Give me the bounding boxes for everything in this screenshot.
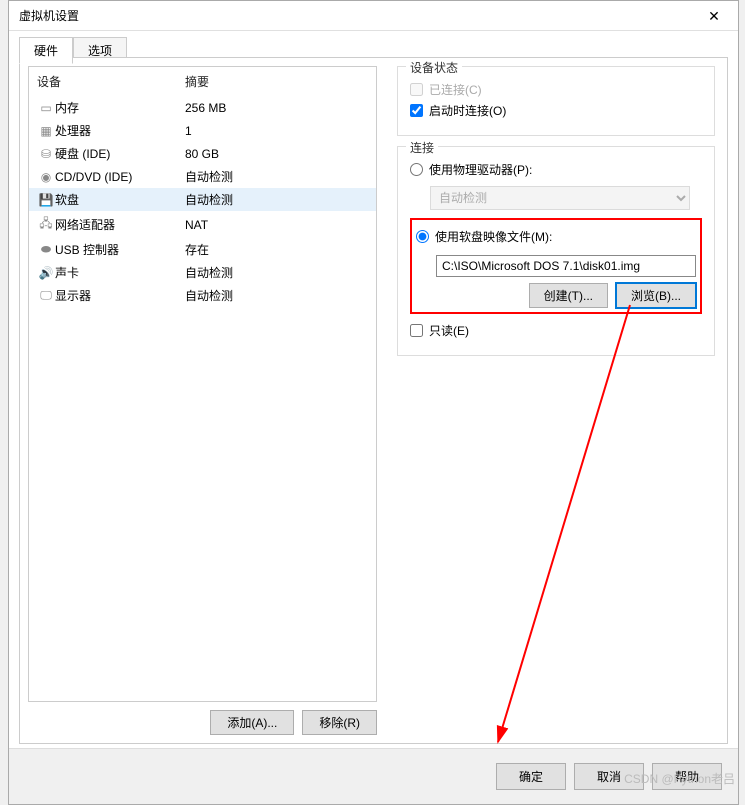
create-button[interactable]: 创建(T)...	[529, 283, 608, 308]
cancel-button[interactable]: 取消	[574, 763, 644, 790]
close-icon[interactable]: ✕	[694, 2, 734, 30]
hardware-list: 设备 摘要 ▭内存256 MB ▦处理器1 ⛁硬盘 (IDE)80 GB ◉CD…	[28, 66, 377, 702]
hw-memory[interactable]: ▭内存256 MB	[29, 96, 376, 119]
memory-icon: ▭	[37, 101, 55, 115]
hardware-column: 设备 摘要 ▭内存256 MB ▦处理器1 ⛁硬盘 (IDE)80 GB ◉CD…	[20, 58, 385, 743]
physical-label[interactable]: 使用物理驱动器(P):	[429, 161, 532, 178]
hw-display[interactable]: 🖵显示器自动检测	[29, 284, 376, 307]
status-title: 设备状态	[406, 59, 462, 76]
tab-hardware[interactable]: 硬件	[19, 37, 73, 64]
physical-drive-select: 自动检测	[430, 186, 690, 210]
image-path-input[interactable]	[436, 255, 696, 277]
hw-hdd[interactable]: ⛁硬盘 (IDE)80 GB	[29, 142, 376, 165]
sound-icon: 🔊	[37, 266, 55, 280]
tab-pane: 设备 摘要 ▭内存256 MB ▦处理器1 ⛁硬盘 (IDE)80 GB ◉CD…	[19, 57, 728, 744]
titlebar: 虚拟机设置 ✕	[9, 1, 738, 31]
help-button[interactable]: 帮助	[652, 763, 722, 790]
hdd-icon: ⛁	[37, 147, 55, 161]
connect-on-label[interactable]: 启动时连接(O)	[429, 102, 506, 119]
hw-cpu[interactable]: ▦处理器1	[29, 119, 376, 142]
vm-settings-dialog: 虚拟机设置 ✕ 硬件 选项 设备 摘要 ▭内存256 MB ▦处理器1 ⛁硬盘 …	[8, 0, 739, 805]
remove-button[interactable]: 移除(R)	[302, 710, 377, 735]
disc-icon: ◉	[37, 170, 55, 184]
usb-icon: ⬬	[37, 242, 55, 257]
image-file-highlighted: 使用软盘映像文件(M): 创建(T)... 浏览(B)...	[410, 218, 702, 314]
connected-checkbox	[410, 83, 423, 96]
floppy-icon: 💾	[37, 193, 55, 207]
hardware-buttons: 添加(A)... 移除(R)	[28, 702, 377, 735]
display-icon: 🖵	[37, 288, 55, 303]
connection-title: 连接	[406, 139, 438, 156]
hw-sound[interactable]: 🔊声卡自动检测	[29, 261, 376, 284]
network-icon: 🖧	[37, 214, 55, 235]
image-radio[interactable]	[416, 230, 429, 243]
hw-network[interactable]: 🖧网络适配器NAT	[29, 211, 376, 238]
cpu-icon: ▦	[37, 124, 55, 138]
hw-cddvd[interactable]: ◉CD/DVD (IDE)自动检测	[29, 165, 376, 188]
connection-group: 连接 使用物理驱动器(P): 自动检测 使用软盘映像文件(M): 创建(T)..…	[397, 146, 715, 356]
browse-button[interactable]: 浏览(B)...	[616, 283, 696, 308]
add-button[interactable]: 添加(A)...	[210, 710, 294, 735]
device-status-group: 设备状态 已连接(C) 启动时连接(O)	[397, 66, 715, 136]
physical-radio[interactable]	[410, 163, 423, 176]
hardware-list-header: 设备 摘要	[29, 67, 376, 96]
connect-on-checkbox[interactable]	[410, 104, 423, 117]
col-summary: 摘要	[185, 73, 209, 90]
window-title: 虚拟机设置	[19, 7, 694, 24]
readonly-checkbox[interactable]	[410, 324, 423, 337]
connected-label: 已连接(C)	[429, 81, 482, 98]
detail-column: 设备状态 已连接(C) 启动时连接(O) 连接 使用物理驱动器(P): 自动检测	[385, 58, 727, 743]
ok-button[interactable]: 确定	[496, 763, 566, 790]
readonly-label[interactable]: 只读(E)	[429, 322, 469, 339]
hw-floppy[interactable]: 💾软盘自动检测	[29, 188, 376, 211]
col-device: 设备	[37, 73, 185, 90]
image-label[interactable]: 使用软盘映像文件(M):	[435, 228, 552, 245]
hw-usb[interactable]: ⬬USB 控制器存在	[29, 238, 376, 261]
dialog-footer: 确定 取消 帮助	[9, 748, 738, 804]
